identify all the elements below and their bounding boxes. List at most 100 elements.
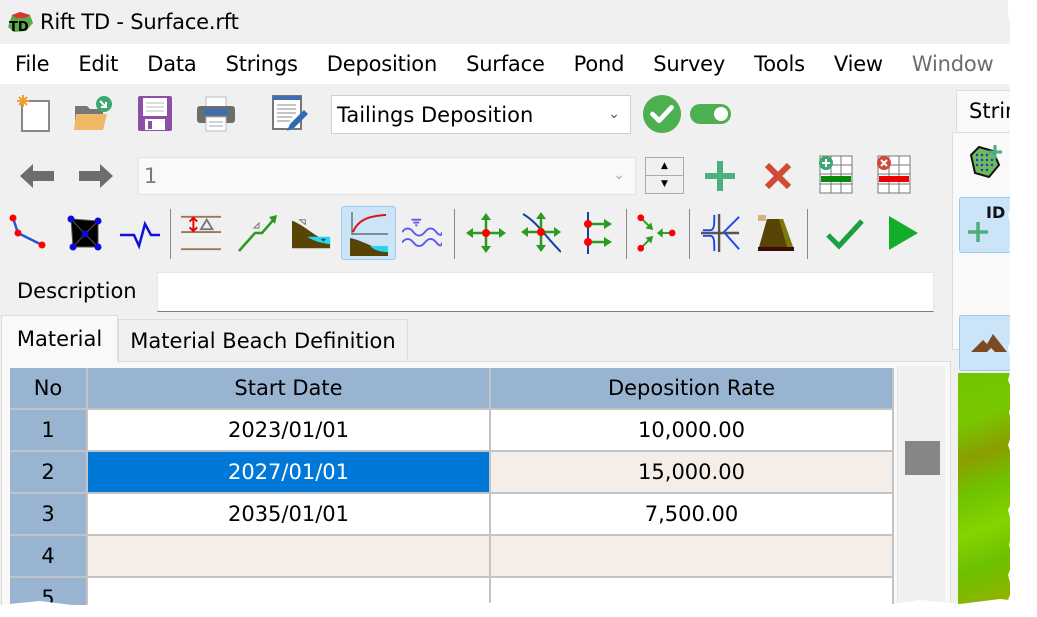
menu-tools[interactable]: Tools bbox=[754, 52, 805, 76]
table-row[interactable]: 1 2023/01/01 10,000.00 bbox=[10, 410, 894, 452]
row-number[interactable]: 3 bbox=[10, 494, 88, 536]
deposition-rate-cell[interactable]: 15,000.00 bbox=[491, 452, 894, 494]
start-date-cell[interactable]: 2035/01/01 bbox=[88, 494, 491, 536]
start-date-cell[interactable]: 2023/01/01 bbox=[88, 410, 491, 452]
column-header-start-date[interactable]: Start Date bbox=[88, 368, 491, 410]
spinner-up-button[interactable]: ▲ bbox=[646, 158, 683, 176]
add-id-icon: ID bbox=[968, 203, 1005, 242]
toolbar-separator bbox=[454, 209, 455, 259]
spinner-down-button[interactable]: ▼ bbox=[646, 176, 683, 194]
enable-toggle[interactable] bbox=[690, 94, 732, 134]
delete-row-button[interactable] bbox=[873, 154, 913, 194]
run-button[interactable] bbox=[883, 213, 923, 253]
validate-button[interactable] bbox=[825, 213, 865, 253]
polyline-icon bbox=[9, 214, 46, 249]
mode-select[interactable]: Tailings Deposition ⌄ bbox=[331, 95, 631, 134]
start-date-cell[interactable] bbox=[88, 536, 491, 578]
grid-header-row: No Start Date Deposition Rate bbox=[10, 368, 894, 410]
tab-material-beach-definition-label: Material Beach Definition bbox=[130, 328, 396, 353]
menu-strings[interactable]: Strings bbox=[226, 52, 298, 76]
window-title: Rift TD - Surface.rft bbox=[40, 10, 239, 34]
mode-select-value: Tailings Deposition bbox=[337, 102, 534, 127]
surface-3d-view[interactable] bbox=[958, 373, 1010, 605]
deposition-rate-cell[interactable]: 10,000.00 bbox=[491, 410, 894, 452]
thickness-tool[interactable] bbox=[181, 213, 221, 253]
menu-data[interactable]: Data bbox=[147, 52, 197, 76]
merge-nodes-icon bbox=[637, 214, 676, 252]
tab-material[interactable]: Material bbox=[1, 315, 118, 362]
description-input[interactable] bbox=[157, 272, 934, 312]
mesh-tool[interactable] bbox=[65, 213, 105, 253]
row-number[interactable]: 1 bbox=[10, 410, 88, 452]
embankment-icon bbox=[758, 215, 794, 251]
grid-vertical-scrollbar[interactable] bbox=[897, 366, 945, 605]
slope-raise-icon bbox=[238, 215, 277, 252]
move-node-string-tool[interactable] bbox=[521, 212, 561, 253]
row-number[interactable]: 2 bbox=[10, 452, 88, 494]
table-row[interactable]: 2 2027/01/01 15,000.00 bbox=[10, 452, 894, 494]
row-number[interactable]: 4 bbox=[10, 536, 88, 578]
deposition-rate-cell[interactable]: 7,500.00 bbox=[491, 494, 894, 536]
beach-curve-tool[interactable] bbox=[341, 206, 396, 260]
tab-material-label: Material bbox=[16, 327, 103, 351]
print-button[interactable] bbox=[196, 94, 236, 134]
menu-survey[interactable]: Survey bbox=[653, 52, 725, 76]
title-bar: TD Rift TD - Surface.rft bbox=[0, 0, 1010, 44]
scrollbar-thumb[interactable] bbox=[905, 441, 940, 475]
deposition-rate-cell[interactable] bbox=[491, 536, 894, 578]
add-row-button[interactable] bbox=[815, 154, 855, 194]
add-button[interactable] bbox=[700, 156, 740, 196]
table-row[interactable]: 4 bbox=[10, 536, 894, 578]
tab-strings-label: Strings bbox=[969, 99, 1010, 123]
move-node-icon bbox=[466, 213, 506, 253]
menu-window: Window bbox=[911, 52, 994, 76]
edit-notes-button[interactable] bbox=[270, 94, 310, 134]
toolbar-separator bbox=[626, 209, 627, 259]
add-id-button[interactable]: ID bbox=[959, 197, 1010, 253]
menu-deposition[interactable]: Deposition bbox=[327, 52, 437, 76]
print-icon bbox=[197, 96, 235, 132]
forward-arrow-icon bbox=[79, 164, 113, 188]
menu-file[interactable]: File bbox=[15, 52, 50, 76]
menu-edit[interactable]: Edit bbox=[78, 52, 118, 76]
water-level-tool[interactable] bbox=[402, 213, 442, 253]
tab-material-beach-definition[interactable]: Material Beach Definition bbox=[118, 319, 408, 361]
toolbar-separator bbox=[170, 209, 171, 259]
polyline-tool[interactable] bbox=[9, 213, 49, 253]
menu-bar: File Edit Data Strings Deposition Surfac… bbox=[0, 44, 1010, 84]
offset-nodes-tool[interactable] bbox=[577, 212, 617, 254]
column-header-no[interactable]: No bbox=[10, 368, 88, 410]
new-file-button[interactable] bbox=[13, 94, 53, 134]
add-polygon-button[interactable] bbox=[966, 142, 1006, 182]
table-row[interactable]: 3 2035/01/01 7,500.00 bbox=[10, 494, 894, 536]
svg-text:TD: TD bbox=[9, 20, 29, 35]
validate-check-icon bbox=[826, 219, 864, 250]
profile-tool[interactable] bbox=[120, 213, 160, 253]
intersect-tool[interactable] bbox=[701, 213, 741, 253]
tab-strings[interactable]: Strings bbox=[956, 90, 1010, 132]
open-file-button[interactable] bbox=[73, 94, 113, 134]
merge-nodes-tool[interactable] bbox=[636, 213, 676, 253]
column-header-deposition-rate[interactable]: Deposition Rate bbox=[491, 368, 894, 410]
torn-edge-right bbox=[1008, 0, 1037, 617]
menu-view[interactable]: View bbox=[834, 52, 883, 76]
item-select[interactable]: 1 ⌄ bbox=[138, 157, 636, 195]
item-spinner[interactable]: ▲ ▼ bbox=[645, 157, 684, 194]
slope-raise-tool[interactable] bbox=[237, 213, 277, 253]
profile-icon bbox=[120, 220, 160, 250]
forward-button[interactable] bbox=[76, 156, 116, 196]
toggle-switch-icon bbox=[690, 104, 731, 124]
embankment-tool[interactable] bbox=[757, 213, 797, 253]
terrain-button[interactable] bbox=[959, 315, 1010, 371]
move-node-tool[interactable] bbox=[466, 213, 506, 253]
beach-slope-tool[interactable] bbox=[292, 213, 332, 253]
menu-pond[interactable]: Pond bbox=[574, 52, 625, 76]
thickness-delta-icon bbox=[181, 215, 221, 251]
back-arrow-icon bbox=[20, 164, 54, 188]
save-button[interactable] bbox=[135, 94, 175, 134]
open-file-icon bbox=[74, 96, 112, 130]
menu-surface[interactable]: Surface bbox=[466, 52, 545, 76]
start-date-cell-selected[interactable]: 2027/01/01 bbox=[88, 452, 491, 494]
back-button[interactable] bbox=[17, 156, 57, 196]
delete-button[interactable] bbox=[758, 156, 798, 196]
